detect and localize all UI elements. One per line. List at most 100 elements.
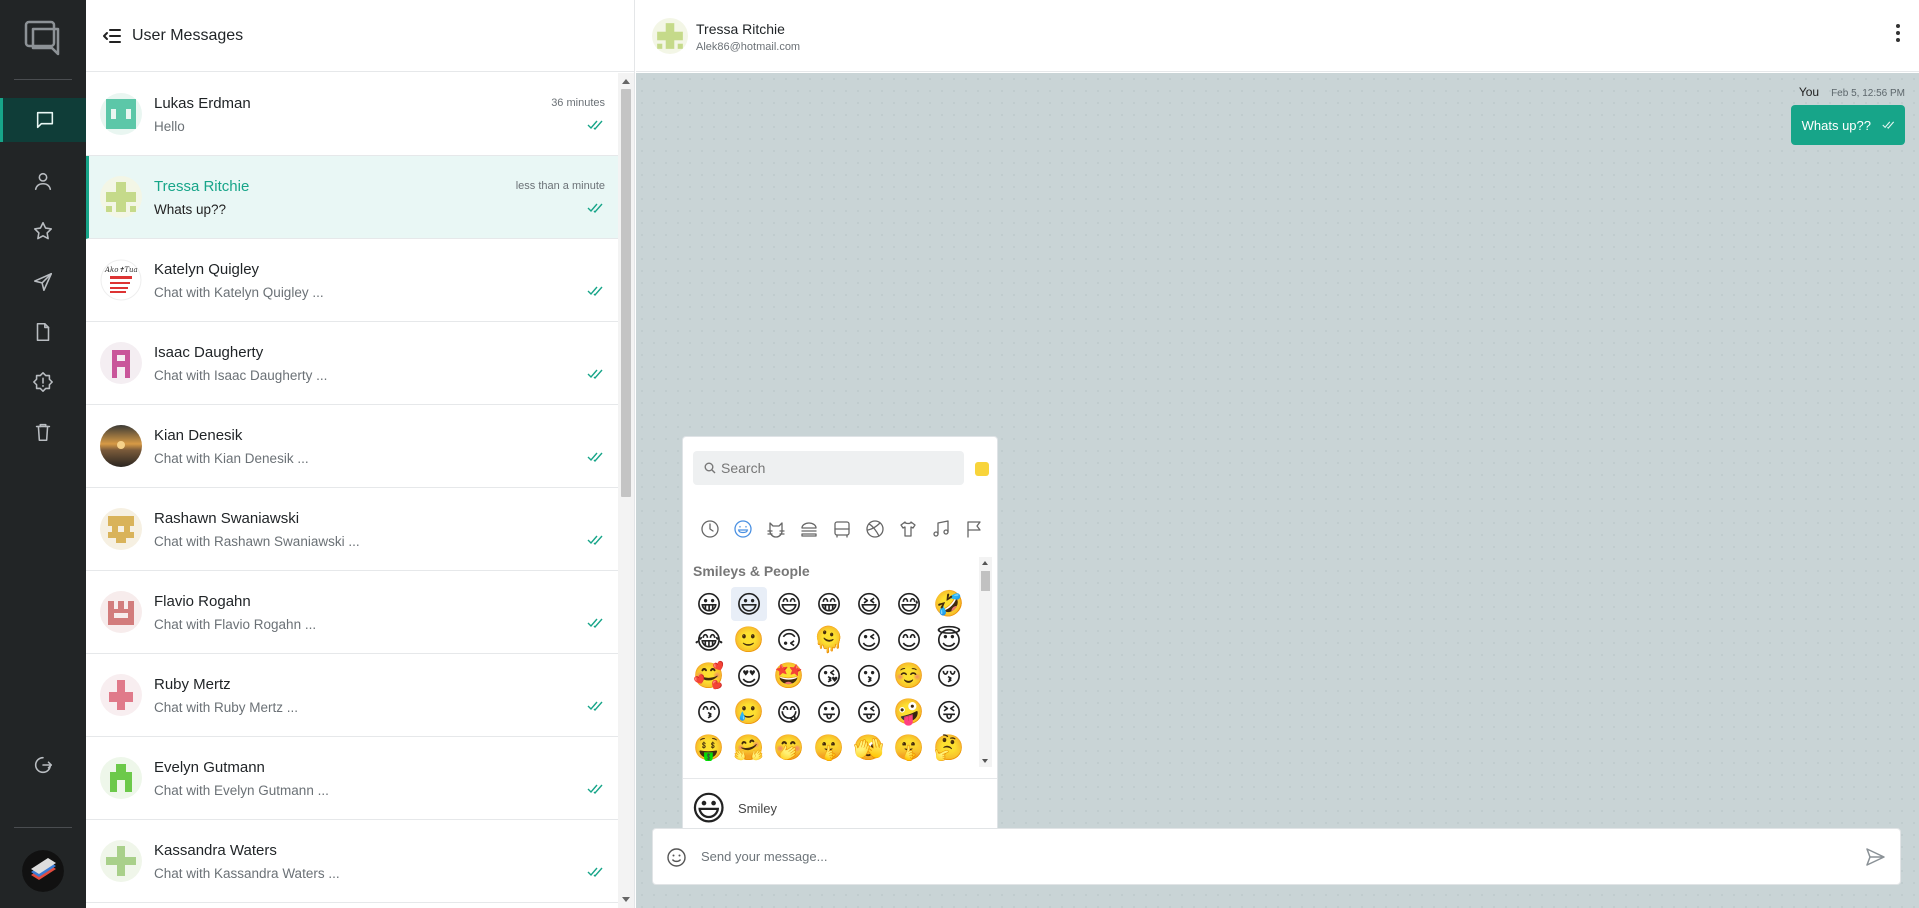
scroll-up-icon[interactable] (982, 561, 988, 565)
avatar (100, 508, 142, 550)
avatar (100, 591, 142, 633)
emoji-button[interactable]: 😄 (771, 587, 807, 621)
emoji-toggle-icon[interactable] (666, 847, 687, 868)
scrollbar-thumb[interactable] (981, 571, 990, 591)
collapse-menu-icon[interactable] (102, 26, 122, 46)
contact-avatar[interactable] (652, 18, 688, 54)
conversation-name: Isaac Daugherty (154, 344, 264, 361)
avatar: Ako✝Tua (100, 259, 142, 301)
conversation-item[interactable]: Kassandra Waters Chat with Kassandra Wat… (86, 820, 619, 903)
emoji-button[interactable]: 🥲 (731, 695, 767, 729)
emoji-button[interactable]: ☺️ (891, 659, 927, 693)
conversation-time: less than a minute (515, 180, 605, 192)
emoji-preview-glyph: 😃 (691, 789, 727, 829)
emoji-button[interactable]: 😚 (931, 659, 967, 693)
emoji-button[interactable]: 😂 (691, 623, 727, 657)
double-check-icon (587, 618, 603, 629)
emoji-button[interactable]: 😛 (811, 695, 847, 729)
profile-avatar[interactable] (22, 850, 64, 892)
emoji-scrollbar[interactable] (979, 557, 992, 767)
send-icon[interactable] (1864, 846, 1886, 868)
category-objects[interactable] (891, 515, 924, 543)
emoji-button[interactable]: 😘 (811, 659, 847, 693)
category-symbols[interactable] (924, 515, 957, 543)
rail-nav-sent[interactable] (0, 260, 86, 304)
scroll-down-icon[interactable] (622, 897, 630, 902)
category-flags[interactable] (957, 515, 990, 543)
emoji-button[interactable]: 😆 (851, 587, 887, 621)
more-options-icon[interactable] (1895, 24, 1901, 46)
emoji-button[interactable]: 🤗 (731, 731, 767, 761)
skin-tone-button[interactable] (975, 462, 989, 476)
conversation-item[interactable]: Kian Denesik Chat with Kian Denesik ... (86, 405, 619, 488)
category-recent[interactable] (693, 515, 726, 543)
emoji-button[interactable]: 🙃 (771, 623, 807, 657)
emoji-button[interactable]: 😁 (811, 587, 847, 621)
burger-icon (800, 522, 817, 537)
emoji-button[interactable]: 😜 (851, 695, 887, 729)
category-smileys[interactable] (726, 515, 759, 543)
emoji-button[interactable]: 🙂 (731, 623, 767, 657)
emoji-button[interactable]: 😙 (691, 695, 727, 729)
emoji-search[interactable] (693, 451, 964, 485)
emoji-search-input[interactable] (721, 451, 956, 485)
emoji-button[interactable]: 😀 (691, 587, 727, 621)
conversation-item-active[interactable]: Tressa Ritchie Whats up?? less than a mi… (86, 156, 619, 239)
rail-nav-files[interactable] (0, 310, 86, 354)
emoji-button[interactable]: 🤫 (891, 731, 927, 761)
conversation-item[interactable]: Isaac Daugherty Chat with Isaac Daughert… (86, 322, 619, 405)
conversation-preview: Chat with Kassandra Waters ... (154, 866, 340, 881)
category-activities[interactable] (858, 515, 891, 543)
conversation-item[interactable]: Ako✝Tua Katelyn Quigley Chat with Kately… (86, 239, 619, 322)
avatar (100, 176, 142, 218)
emoji-button[interactable]: 😍 (731, 659, 767, 693)
emoji-button[interactable]: 🤔 (931, 731, 967, 761)
scroll-down-icon[interactable] (982, 759, 988, 763)
category-food[interactable] (792, 515, 825, 543)
message-meta: You Feb 5, 12:56 PM (1799, 85, 1905, 99)
trash-icon (35, 423, 51, 442)
emoji-button[interactable]: 😉 (851, 623, 887, 657)
emoji-button[interactable]: 😅 (891, 587, 927, 621)
conversation-item[interactable]: Lukas Erdman Hello 36 minutes (86, 73, 619, 156)
scroll-up-icon[interactable] (622, 79, 630, 84)
conversation-item[interactable]: Evelyn Gutmann Chat with Evelyn Gutmann … (86, 737, 619, 820)
double-check-icon (1882, 121, 1895, 129)
double-check-icon (587, 203, 603, 214)
emoji-button[interactable]: 🫣 (851, 731, 887, 761)
emoji-button[interactable]: 🤪 (891, 695, 927, 729)
category-animals[interactable] (759, 515, 792, 543)
category-travel[interactable] (825, 515, 858, 543)
rail-nav-favorites[interactable] (0, 209, 86, 253)
emoji-button[interactable]: 😋 (771, 695, 807, 729)
conversation-preview: Chat with Evelyn Gutmann ... (154, 783, 329, 798)
conversation-item[interactable]: Ruby Mertz Chat with Ruby Mertz ... (86, 654, 619, 737)
message-input[interactable] (701, 829, 1821, 884)
message-bubble[interactable]: Whats up?? (1790, 105, 1905, 145)
emoji-button[interactable]: 🤑 (691, 731, 727, 761)
emoji-button[interactable]: 🤫 (811, 731, 847, 761)
emoji-button[interactable]: 😃 (731, 587, 767, 621)
conversation-scrollbar[interactable] (618, 73, 634, 908)
emoji-button[interactable]: 🥰 (691, 659, 727, 693)
rail-nav-messages[interactable] (0, 98, 86, 142)
rail-nav-contacts[interactable] (0, 159, 86, 203)
emoji-button[interactable]: 😝 (931, 695, 967, 729)
app-rail (0, 0, 86, 908)
double-check-icon (587, 369, 603, 380)
shirt-icon (899, 521, 916, 537)
conversation-item[interactable]: Rashawn Swaniawski Chat with Rashawn Swa… (86, 488, 619, 571)
rail-nav-trash[interactable] (0, 410, 86, 454)
emoji-button[interactable]: 🤣 (931, 587, 967, 621)
emoji-button[interactable]: 🤩 (771, 659, 807, 693)
emoji-button[interactable]: 😗 (851, 659, 887, 693)
rail-nav-reports[interactable] (0, 360, 86, 404)
emoji-button[interactable]: 🤭 (771, 731, 807, 761)
conversation-item[interactable]: Flavio Rogahn Chat with Flavio Rogahn ..… (86, 571, 619, 654)
alert-icon (33, 372, 53, 392)
scrollbar-thumb[interactable] (621, 89, 631, 497)
rail-logout-button[interactable] (0, 743, 86, 787)
emoji-button[interactable]: 😊 (891, 623, 927, 657)
emoji-button[interactable]: 😇 (931, 623, 967, 657)
emoji-button[interactable]: 🫠 (811, 623, 847, 657)
